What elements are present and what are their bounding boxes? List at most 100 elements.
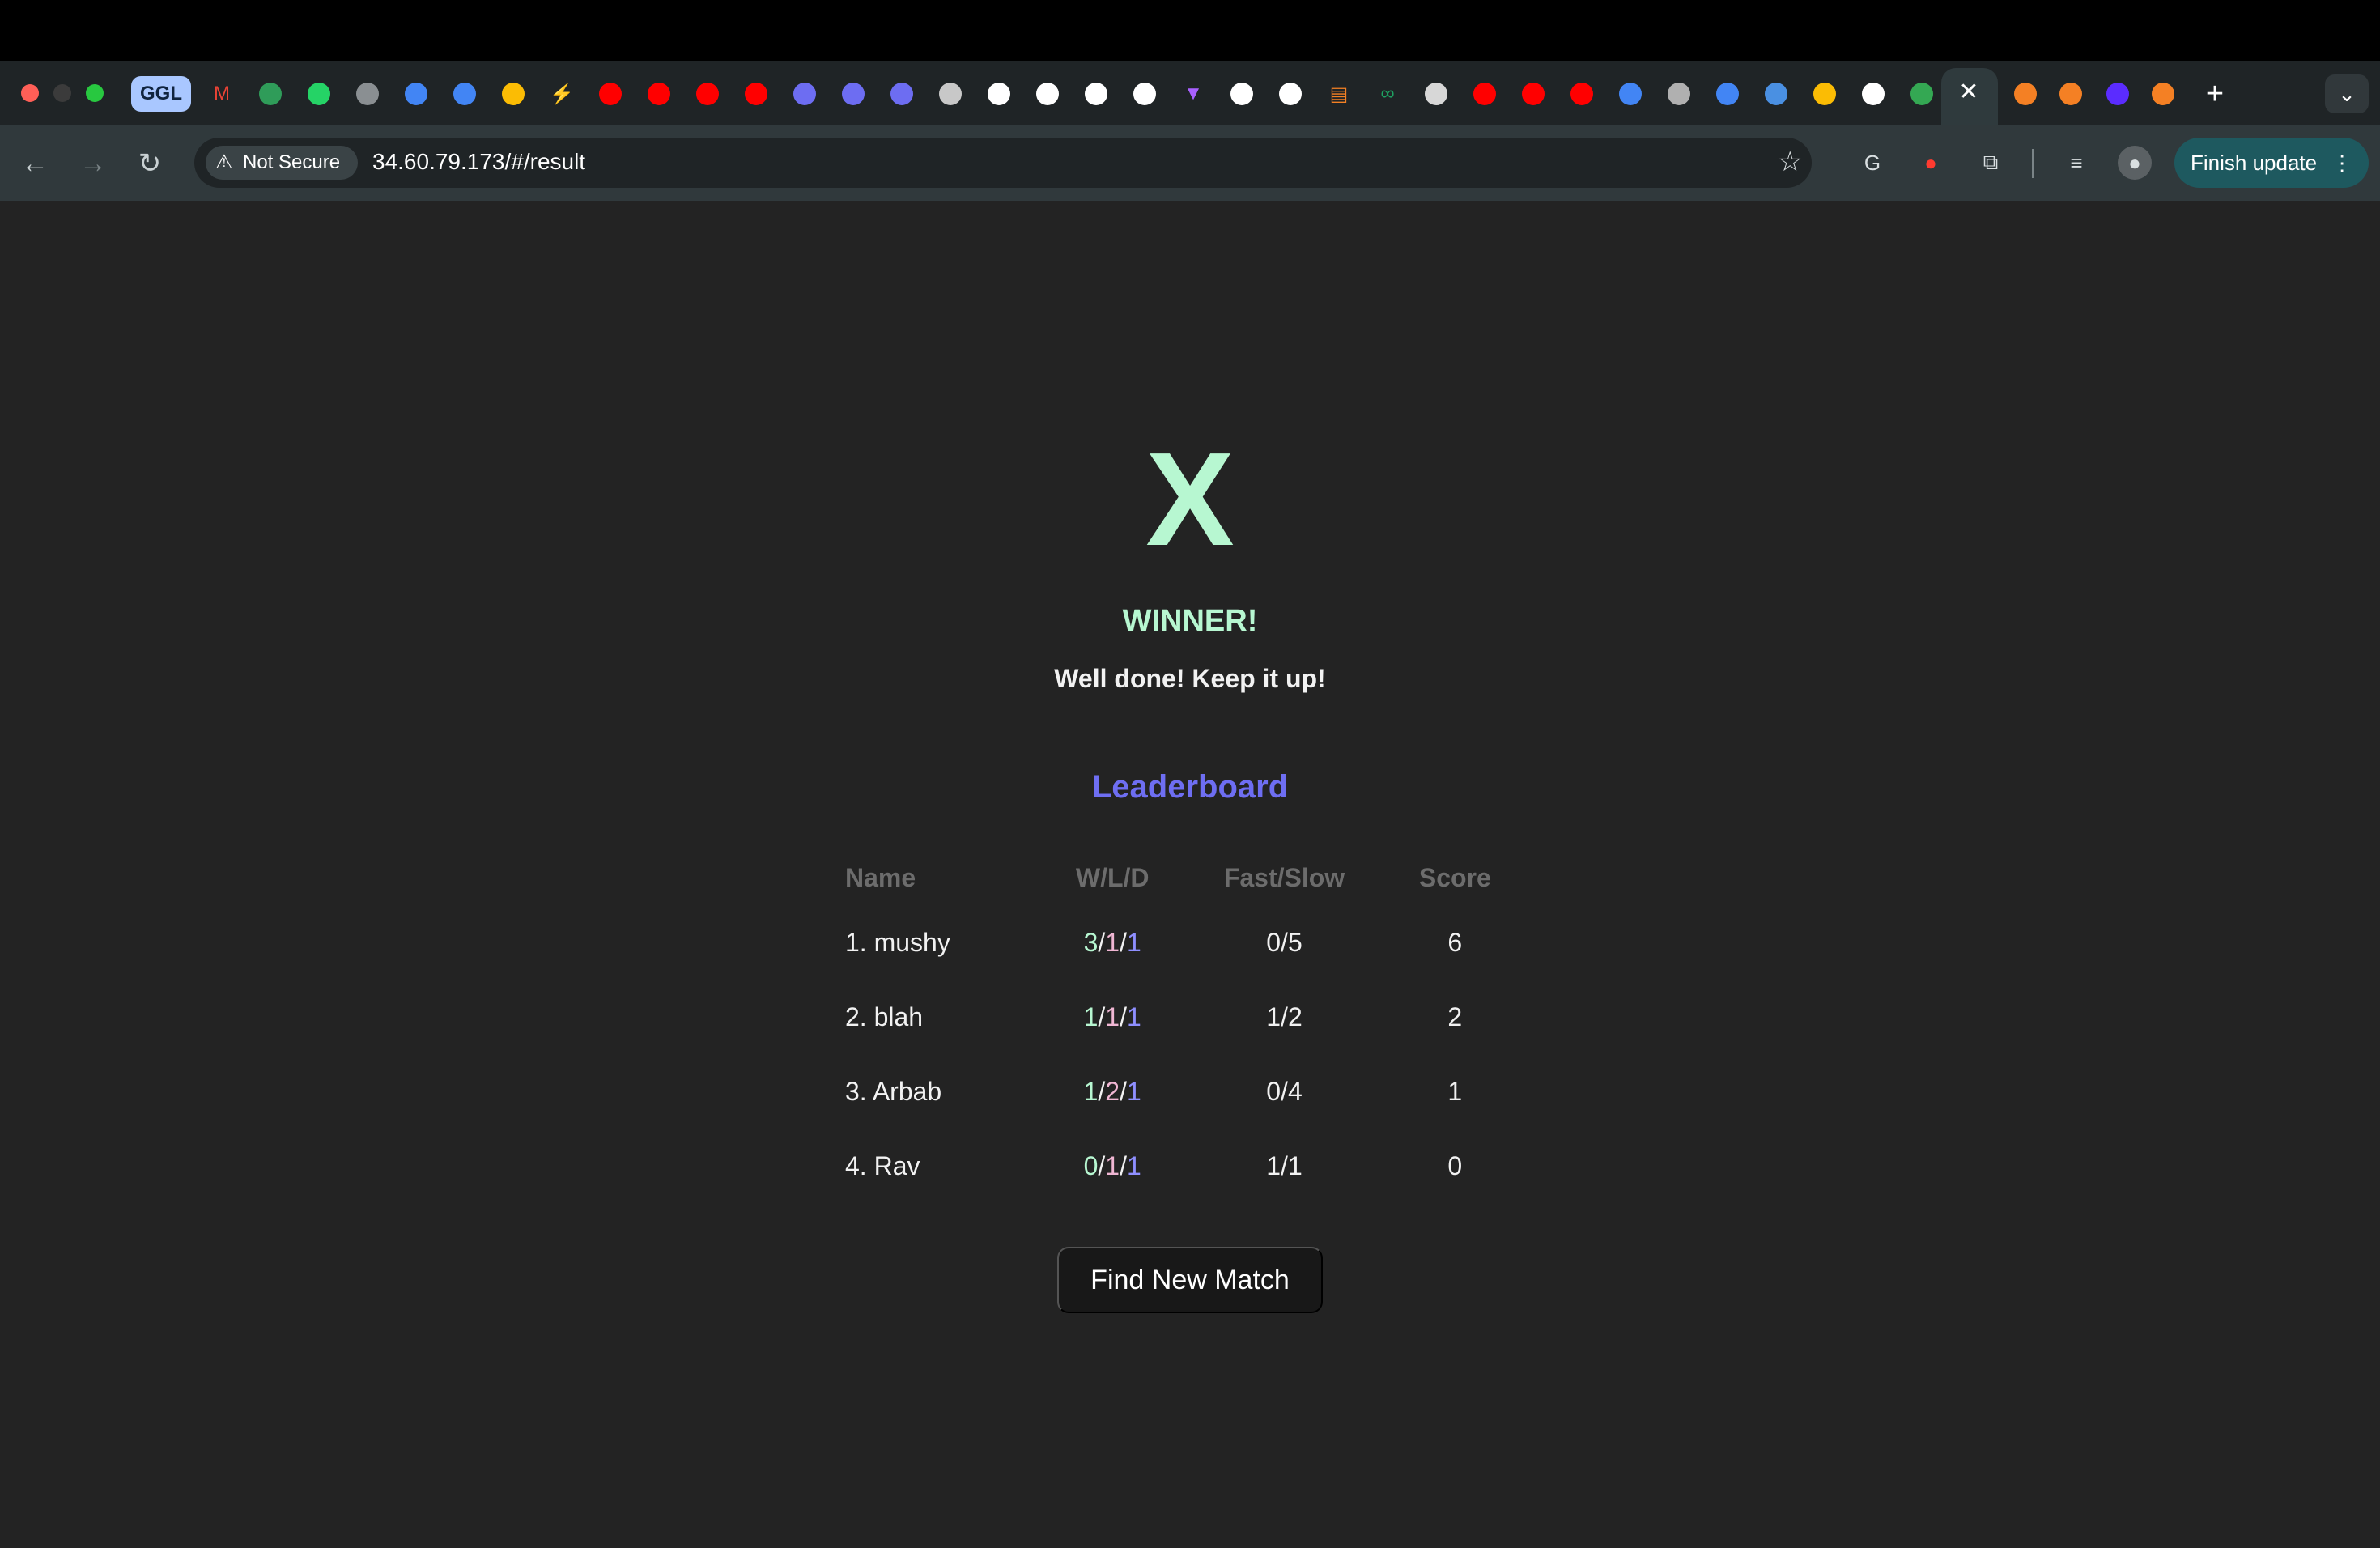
losses-count: 1 <box>1105 927 1120 957</box>
draws-count: 1 <box>1126 1002 1141 1031</box>
docs-tab-icon[interactable] <box>398 76 434 112</box>
draws-count: 1 <box>1126 927 1141 957</box>
bolt-tab-icon[interactable]: ⚡ <box>544 76 580 112</box>
url-text[interactable]: 34.60.79.173/#/result <box>372 149 585 175</box>
cube-tab-icon[interactable] <box>933 76 968 112</box>
adblock-icon[interactable]: ● <box>1914 146 1948 180</box>
draws-count: 1 <box>1126 1150 1141 1180</box>
app-tab-icon[interactable] <box>787 76 822 112</box>
close-tab-icon[interactable]: ✕ <box>1954 78 1983 107</box>
grammarly-icon[interactable]: G <box>1855 146 1889 180</box>
new-tab-button[interactable]: + <box>2197 76 2233 112</box>
drive-tab-icon[interactable] <box>253 76 288 112</box>
score-value: 6 <box>1447 927 1463 957</box>
tab-ggl[interactable]: GGL <box>131 76 191 112</box>
losses-count: 1 <box>1105 1150 1120 1180</box>
find-new-match-button[interactable]: Find New Match <box>1057 1247 1323 1313</box>
github-tab-icon[interactable] <box>1127 76 1162 112</box>
score-value: 1 <box>1447 1076 1463 1106</box>
app-tab-icon[interactable] <box>835 76 871 112</box>
table-row: 3. Arbab 1/2/1 0/4 1 <box>829 1054 1519 1129</box>
openai-tab-icon[interactable] <box>1224 76 1260 112</box>
drive-tab-icon[interactable] <box>495 76 531 112</box>
leaderboard-title: Leaderboard <box>1091 769 1289 805</box>
forward-arrow-icon[interactable]: → <box>73 143 113 184</box>
tab-search-icon[interactable]: ⌄ <box>2325 74 2369 113</box>
medium-tab-icon[interactable] <box>1418 76 1454 112</box>
score-value: 0 <box>1447 1150 1463 1180</box>
warning-icon: ⚠ <box>215 151 233 173</box>
fast-slow-value: 0/5 <box>1266 927 1303 957</box>
finish-update-button[interactable]: Finish update ⋮ <box>2174 138 2369 188</box>
player-name: 2. blah <box>845 1002 924 1031</box>
window-titlebar <box>0 0 2380 61</box>
stackoverflow-tab-icon[interactable] <box>2053 76 2089 112</box>
shield-tab-icon[interactable] <box>1758 76 1794 112</box>
stackoverflow-tab-icon[interactable] <box>2145 76 2181 112</box>
toolbar-divider <box>2032 149 2034 178</box>
score-value: 2 <box>1447 1002 1463 1031</box>
table-row: 2. blah 1/1/1 1/2 2 <box>829 980 1519 1054</box>
github-tab-icon[interactable] <box>1030 76 1065 112</box>
link-tab-icon[interactable]: ∞ <box>1370 76 1405 112</box>
zoom-window-button[interactable] <box>86 84 104 102</box>
fast-slow-value: 0/4 <box>1266 1076 1303 1106</box>
google-tab-icon[interactable] <box>1855 76 1891 112</box>
youtube-tab-icon[interactable] <box>690 76 725 112</box>
wins-count: 0 <box>1083 1150 1099 1180</box>
chip-tab-icon[interactable] <box>1613 76 1648 112</box>
terminal-tab-icon[interactable] <box>1661 76 1697 112</box>
wins-count: 1 <box>1083 1002 1099 1031</box>
gmail-tab-icon[interactable]: M <box>204 76 240 112</box>
youtube-tab-icon[interactable] <box>593 76 628 112</box>
stackoverflow-tab-icon[interactable] <box>2008 76 2043 112</box>
cloud-tab-icon[interactable] <box>1904 76 1940 112</box>
close-window-button[interactable] <box>21 84 39 102</box>
player-name: 1. mushy <box>845 927 950 957</box>
winner-title: WINNER! <box>1122 604 1258 638</box>
wins-count: 3 <box>1083 927 1099 957</box>
vite-tab-icon[interactable]: ▼ <box>1175 76 1211 112</box>
youtube-tab-icon[interactable] <box>1467 76 1502 112</box>
cloud-tab-icon[interactable] <box>1807 76 1842 112</box>
app-tab-icon[interactable] <box>350 76 385 112</box>
fast-slow-value: 1/1 <box>1266 1150 1303 1180</box>
reload-icon[interactable]: ↻ <box>130 143 170 184</box>
player-name: 3. Arbab <box>845 1076 942 1106</box>
profile-avatar[interactable]: ● <box>2118 146 2152 180</box>
security-chip[interactable]: ⚠ Not Secure <box>206 146 358 180</box>
chat-tab-icon[interactable] <box>301 76 337 112</box>
losses-count: 1 <box>1105 1002 1120 1031</box>
winner-symbol: X <box>1145 425 1235 573</box>
stackoverflow-tab-icon[interactable]: ▤ <box>1321 76 1357 112</box>
github-tab-icon[interactable] <box>981 76 1017 112</box>
youtube-tab-icon[interactable] <box>641 76 677 112</box>
leaderboard-header-row: Name W/L/D Fast/Slow Score <box>829 850 1519 905</box>
leaderboard-table: Name W/L/D Fast/Slow Score 1. mushy 3/1/… <box>829 850 1519 1203</box>
cloud-tab-icon[interactable] <box>1710 76 1745 112</box>
github-tab-icon[interactable] <box>1078 76 1114 112</box>
google-tab-icon[interactable] <box>1273 76 1308 112</box>
extensions-icon[interactable]: ⧉ <box>1974 146 2008 180</box>
losses-count: 2 <box>1105 1076 1120 1106</box>
app-tab-icon[interactable] <box>884 76 920 112</box>
wld-record: 0/1/1 <box>1083 1150 1141 1180</box>
dark-tab-icon[interactable] <box>2100 76 2136 112</box>
player-name: 4. Rav <box>845 1150 920 1180</box>
media-controls-icon[interactable]: ≡ <box>2059 146 2093 180</box>
wld-record: 1/2/1 <box>1083 1076 1141 1106</box>
wins-count: 1 <box>1083 1076 1099 1106</box>
youtube-tab-icon[interactable] <box>1564 76 1600 112</box>
menu-dots-icon: ⋮ <box>2331 150 2353 175</box>
wld-record: 1/1/1 <box>1083 1002 1141 1031</box>
finish-update-label: Finish update <box>2191 150 2318 175</box>
docs-tab-icon[interactable] <box>447 76 482 112</box>
fast-slow-column-header: Fast/Slow <box>1223 862 1345 892</box>
back-arrow-icon[interactable]: ← <box>15 143 55 184</box>
minimize-window-button[interactable] <box>53 84 71 102</box>
bookmark-star-icon[interactable]: ☆ <box>1778 146 1802 178</box>
wld-column-header: W/L/D <box>1075 862 1150 892</box>
wld-record: 3/1/1 <box>1083 927 1141 957</box>
youtube-tab-icon[interactable] <box>738 76 774 112</box>
youtube-tab-icon[interactable] <box>1515 76 1551 112</box>
